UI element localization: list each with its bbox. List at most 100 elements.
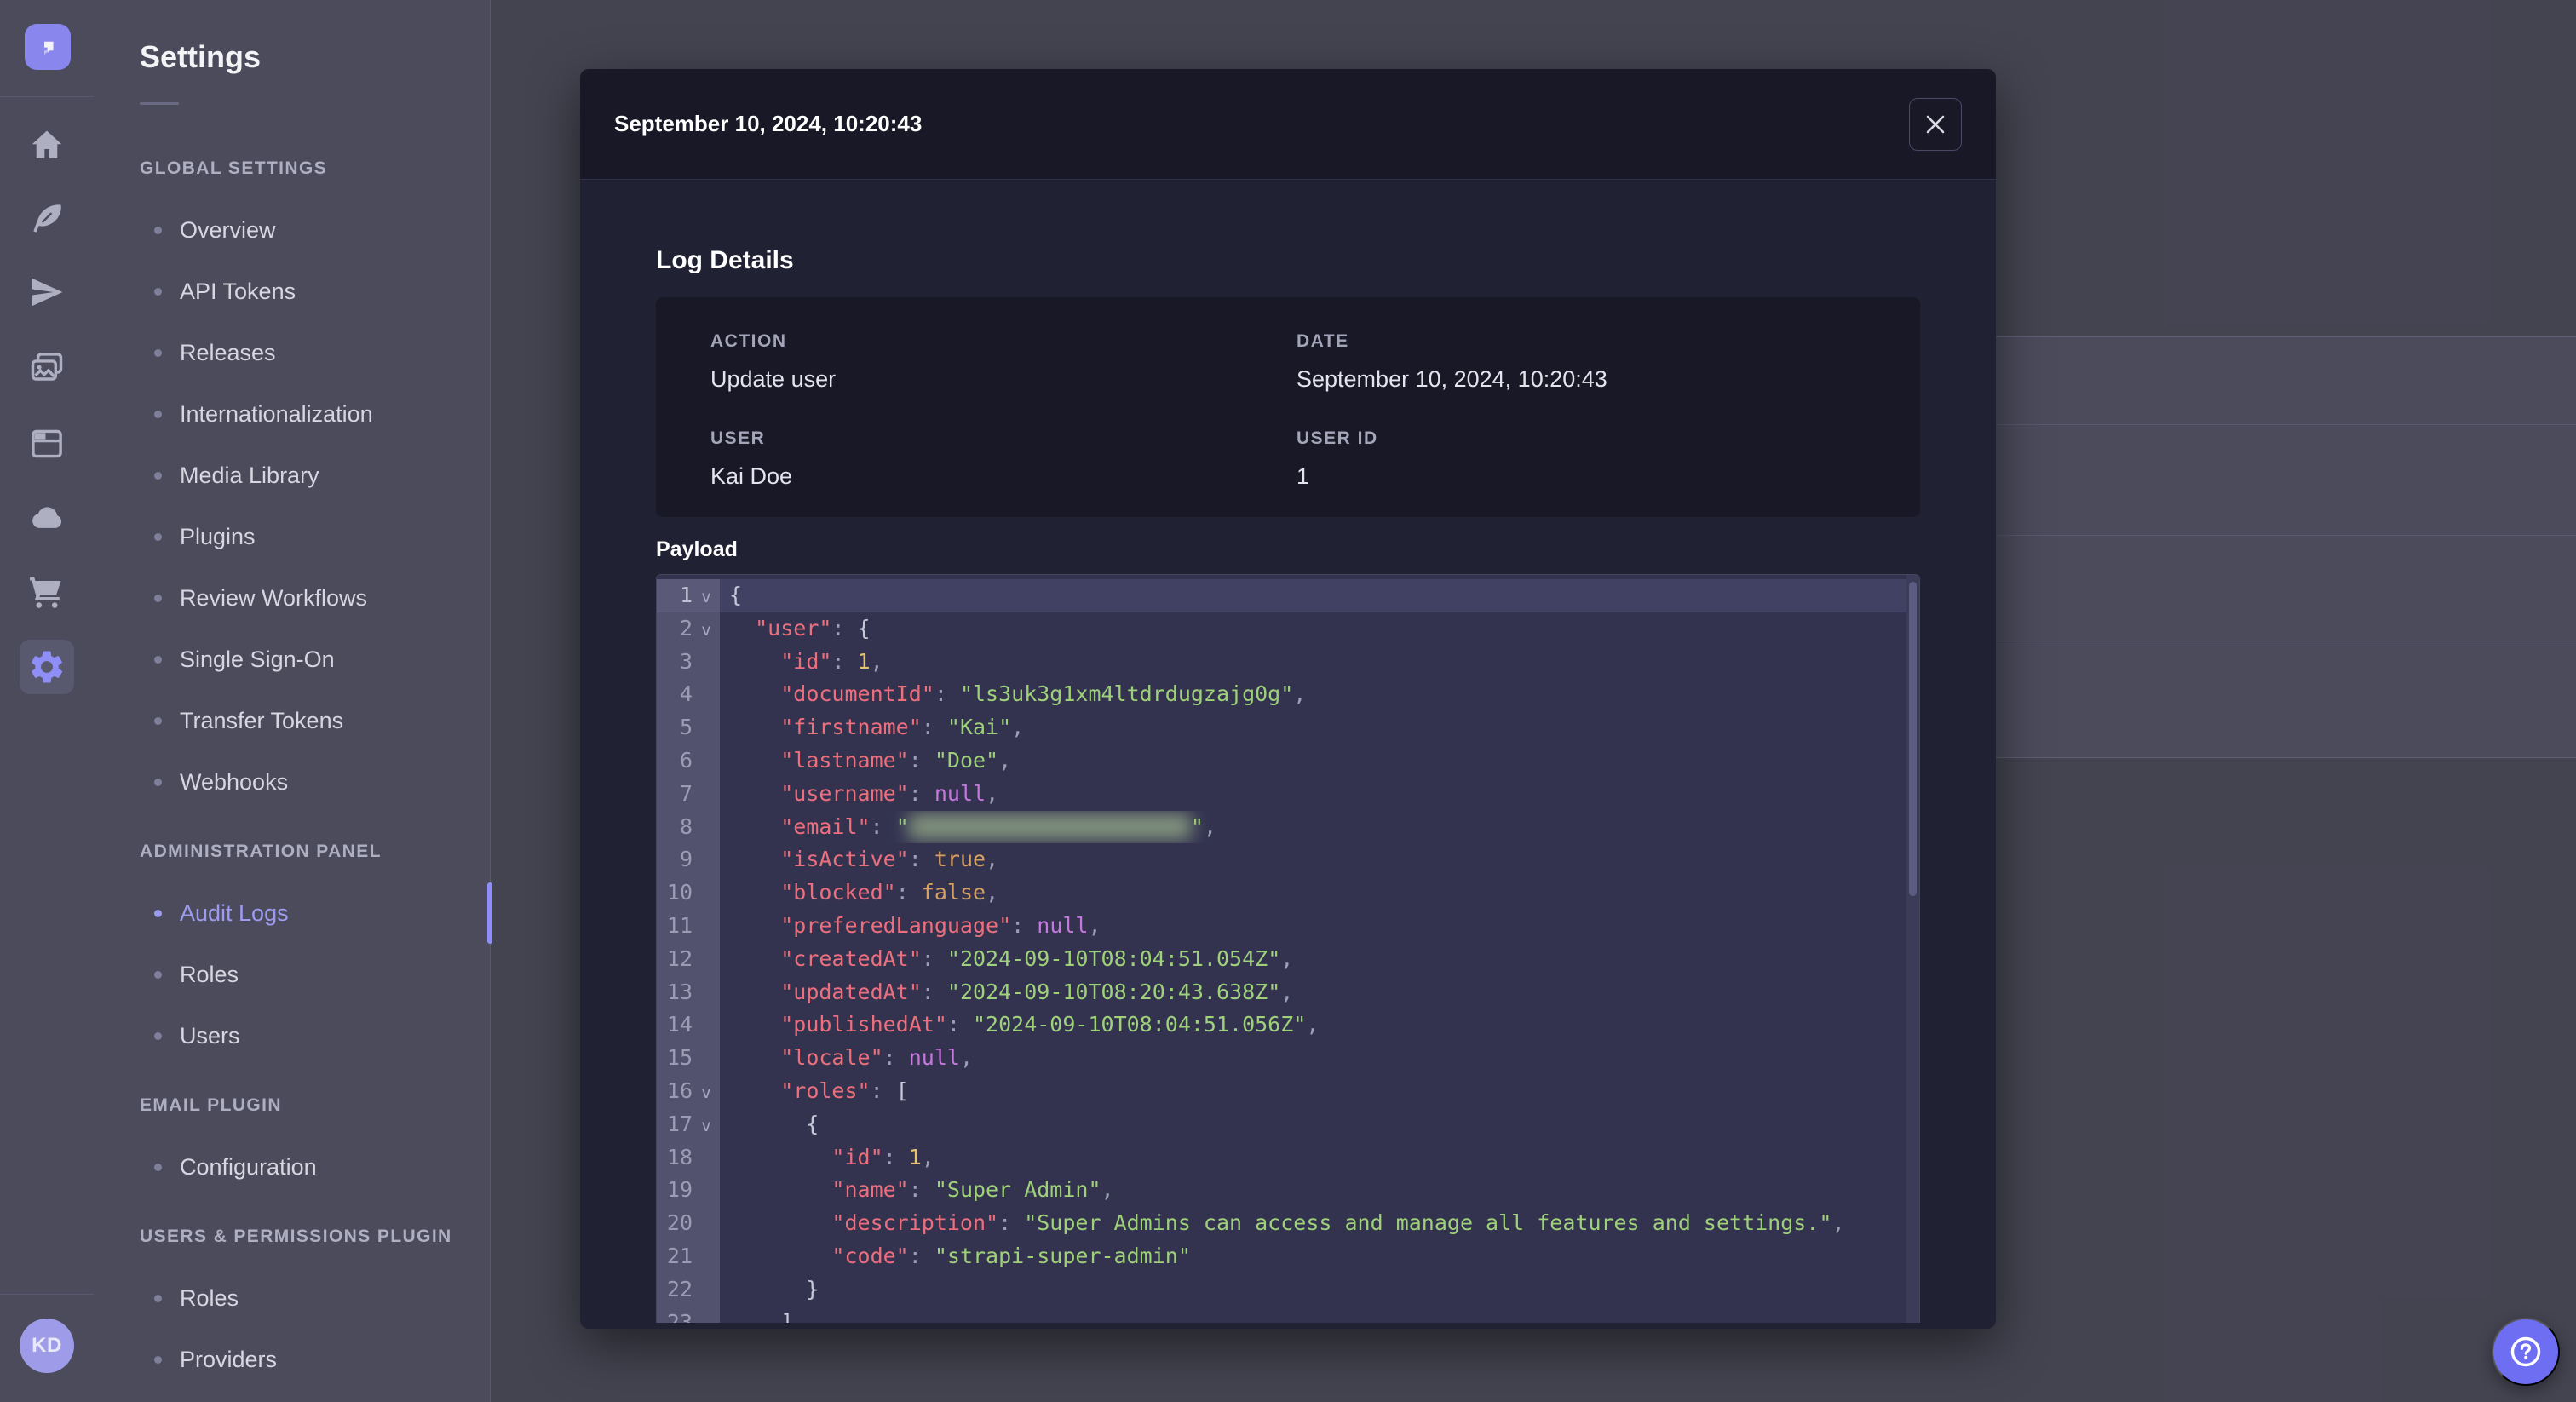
gutter-cell: 2v xyxy=(657,612,720,646)
code-line: 19 "name": "Super Admin", xyxy=(657,1174,1919,1208)
code-text: "id": 1, xyxy=(780,648,883,674)
detail-value: Kai Doe xyxy=(710,463,793,489)
line-number: 22 xyxy=(666,1276,693,1301)
code-text: "firstname": "Kai", xyxy=(780,715,1025,740)
question-mark-icon xyxy=(2510,1336,2541,1367)
help-button[interactable] xyxy=(2492,1318,2560,1386)
line-number: 4 xyxy=(679,681,693,707)
code-text: { xyxy=(729,1111,819,1136)
line-number: 17 xyxy=(666,1111,693,1136)
code-line: 3 "id": 1, xyxy=(657,645,1919,679)
gutter-cell: 15 xyxy=(657,1042,720,1075)
line-number: 3 xyxy=(679,648,693,674)
code-line: 5 "firstname": "Kai", xyxy=(657,711,1919,744)
code-line: 4 "documentId": "ls3uk3g1xm4ltdrdugzajg0… xyxy=(657,678,1919,712)
close-button[interactable] xyxy=(1909,97,1962,151)
gutter-cell: 13 xyxy=(657,975,720,1009)
code-text: "preferedLanguage": null, xyxy=(780,912,1101,938)
redacted-email-value: ██████████████████████ xyxy=(908,813,1191,839)
line-number: 11 xyxy=(666,912,693,938)
code-text: "user": { xyxy=(755,615,871,641)
gutter-cell: 18 xyxy=(657,1141,720,1175)
payload-label: Payload xyxy=(656,537,738,561)
line-number: 19 xyxy=(666,1177,693,1203)
line-number: 20 xyxy=(666,1210,693,1236)
code-lines: 1 v{2 v "user": {3 "id": 1, 4 "documentId":… xyxy=(657,579,1919,1323)
code-text: "blocked": false, xyxy=(780,880,999,905)
payload-code-viewer[interactable]: 1 v{2 v "user": {3 "id": 1, 4 "documentId":… xyxy=(656,574,1920,1323)
line-number: 15 xyxy=(666,1045,693,1071)
gutter-cell: 12 xyxy=(657,942,720,976)
line-number: 9 xyxy=(679,847,693,872)
code-text: "code": "strapi-super-admin" xyxy=(831,1243,1191,1268)
line-number: 7 xyxy=(679,780,693,806)
log-details-modal: September 10, 2024, 10:20:43 Log Details… xyxy=(580,69,1996,1329)
gutter-cell: 4 xyxy=(657,678,720,712)
code-text: } xyxy=(729,1276,819,1301)
fold-chevron-icon[interactable]: v xyxy=(693,1108,720,1141)
detail-cell-user-id: USER ID 1 xyxy=(1297,428,1866,490)
detail-label: DATE xyxy=(1297,331,1349,351)
gutter-cell: 7 xyxy=(657,777,720,811)
code-line: 8 "email": "██████████████████████", xyxy=(657,810,1919,844)
fold-chevron-icon[interactable]: v xyxy=(693,612,720,646)
code-text: "id": 1, xyxy=(831,1144,934,1169)
code-text: "createdAt": "2024-09-10T08:04:51.054Z", xyxy=(780,945,1294,971)
detail-cell-date: DATE September 10, 2024, 10:20:43 xyxy=(1297,331,1866,393)
code-text: "locale": null, xyxy=(780,1045,974,1071)
gutter-cell: 17 v xyxy=(657,1107,720,1141)
code-line: 9 "isActive": true, xyxy=(657,843,1919,877)
gutter-cell: 14 xyxy=(657,1008,720,1043)
fold-chevron-icon[interactable]: v xyxy=(693,579,720,612)
gutter-cell: 3 xyxy=(657,645,720,679)
code-line: 2v "user": { xyxy=(657,612,1919,646)
line-number: 14 xyxy=(666,1012,693,1037)
line-number: 18 xyxy=(666,1144,693,1169)
detail-label: USER ID xyxy=(1297,428,1378,448)
code-text: "email": "██████████████████████", xyxy=(780,813,1217,839)
code-text: "lastname": "Doe", xyxy=(780,747,1012,773)
code-text: "publishedAt": "2024-09-10T08:04:51.056Z… xyxy=(780,1012,1320,1037)
detail-label: USER xyxy=(710,428,766,448)
modal-header: September 10, 2024, 10:20:43 xyxy=(580,69,1996,180)
code-line: 11 "preferedLanguage": null, xyxy=(657,909,1919,943)
gutter-cell: 21 xyxy=(657,1239,720,1273)
detail-value: 1 xyxy=(1297,463,1310,489)
fold-chevron-icon[interactable]: v xyxy=(693,1075,720,1108)
code-scrollbar[interactable] xyxy=(1906,575,1919,1323)
line-number: 10 xyxy=(666,880,693,905)
code-text: "name": "Super Admin", xyxy=(831,1177,1114,1203)
code-line: 6 "lastname": "Doe", xyxy=(657,744,1919,778)
line-number: 13 xyxy=(666,979,693,1004)
detail-label: ACTION xyxy=(710,331,787,351)
code-line: 13 "updatedAt": "2024-09-10T08:20:43.638… xyxy=(657,975,1919,1009)
gutter-cell: 19 xyxy=(657,1174,720,1208)
line-number: 5 xyxy=(679,715,693,740)
gutter-cell: 23 xyxy=(657,1306,720,1323)
modal-header-date: September 10, 2024, 10:20:43 xyxy=(614,111,923,136)
code-text: "documentId": "ls3uk3g1xm4ltdrdugzajg0g"… xyxy=(780,681,1307,707)
code-scrollbar-thumb[interactable] xyxy=(1909,582,1917,896)
detail-value: Update user xyxy=(710,366,837,392)
code-line: 15 "locale": null, xyxy=(657,1042,1919,1075)
code-text: { xyxy=(720,579,1919,612)
line-number: 2 xyxy=(679,615,693,641)
code-line: 1 v{ xyxy=(657,579,1919,612)
gutter-cell: 11 xyxy=(657,909,720,943)
code-line: 22 } xyxy=(657,1273,1919,1307)
gutter-cell: 6 xyxy=(657,744,720,778)
line-number: 12 xyxy=(666,945,693,971)
code-text: "username": null, xyxy=(780,780,999,806)
code-line: 7 "username": null, xyxy=(657,777,1919,811)
